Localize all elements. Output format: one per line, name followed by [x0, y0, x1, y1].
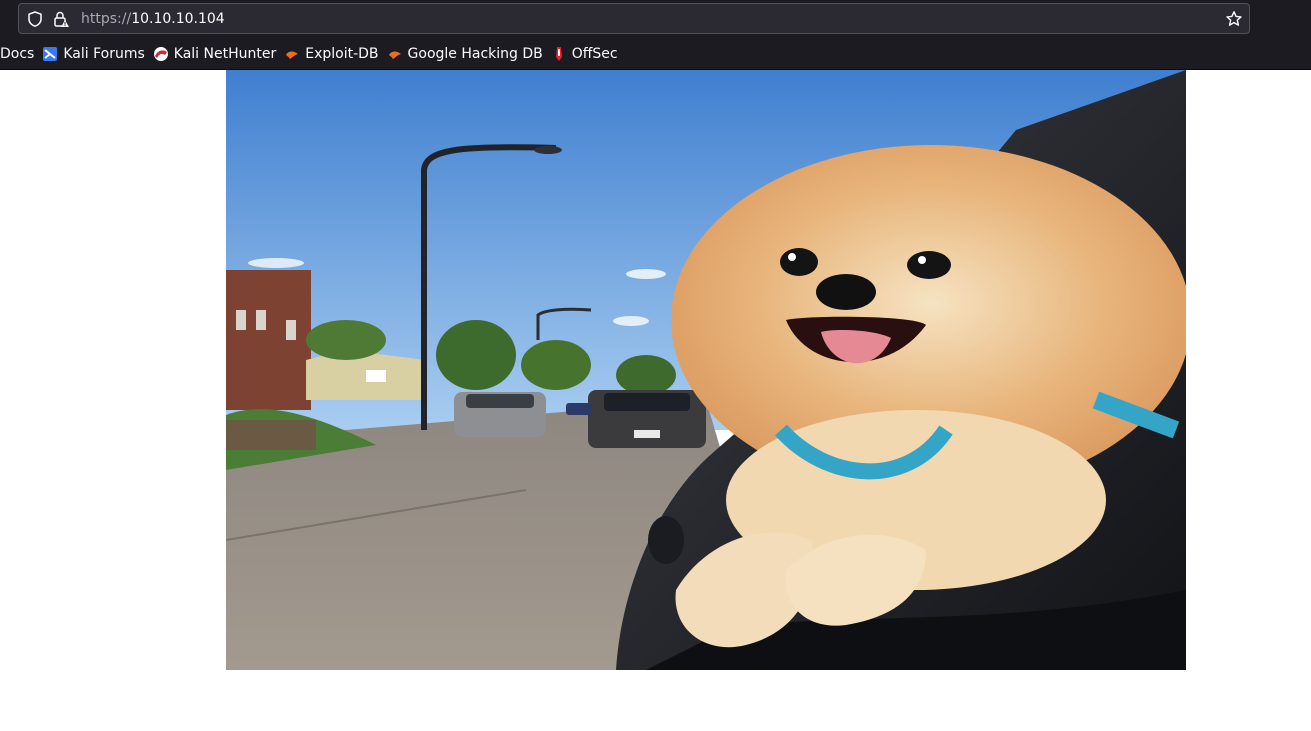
browser-chrome: https://10.10.10.104 Docs Kali Forums Ka…	[0, 0, 1311, 70]
bookmark-label: Kali Forums	[63, 46, 145, 62]
exploit-db-icon	[284, 46, 300, 62]
page-content	[0, 70, 1311, 731]
bookmark-label: Google Hacking DB	[407, 46, 543, 62]
bookmark-label: Exploit-DB	[305, 46, 379, 62]
bookmark-label: Docs	[0, 46, 35, 62]
url-text[interactable]: https://10.10.10.104	[81, 10, 225, 28]
bookmark-star-icon[interactable]	[1225, 10, 1243, 28]
offsec-icon	[551, 46, 567, 62]
bookmark-kali-nethunter[interactable]: Kali NetHunter	[151, 41, 282, 67]
url-host: 10.10.10.104	[131, 11, 225, 27]
url-scheme: https://	[81, 11, 132, 27]
kali-forums-icon	[42, 46, 58, 62]
bookmark-kali-forums[interactable]: Kali Forums	[40, 41, 150, 67]
bookmark-docs[interactable]: Docs	[0, 41, 40, 67]
lock-warning-icon[interactable]	[52, 10, 70, 28]
dog-photo	[226, 70, 1186, 670]
bookmark-label: OffSec	[571, 46, 618, 62]
bookmark-label: Kali NetHunter	[173, 46, 277, 62]
google-hacking-db-icon	[387, 46, 403, 62]
bookmark-offsec[interactable]: OffSec	[549, 41, 624, 67]
kali-nethunter-icon	[153, 46, 169, 62]
url-bar[interactable]: https://10.10.10.104	[18, 3, 1250, 34]
bookmark-google-hacking-db[interactable]: Google Hacking DB	[385, 41, 549, 67]
bookmark-exploit-db[interactable]: Exploit-DB	[282, 41, 384, 67]
shield-icon[interactable]	[26, 10, 44, 28]
bookmarks-toolbar: Docs Kali Forums Kali NetHunter Exploit-…	[0, 40, 624, 68]
